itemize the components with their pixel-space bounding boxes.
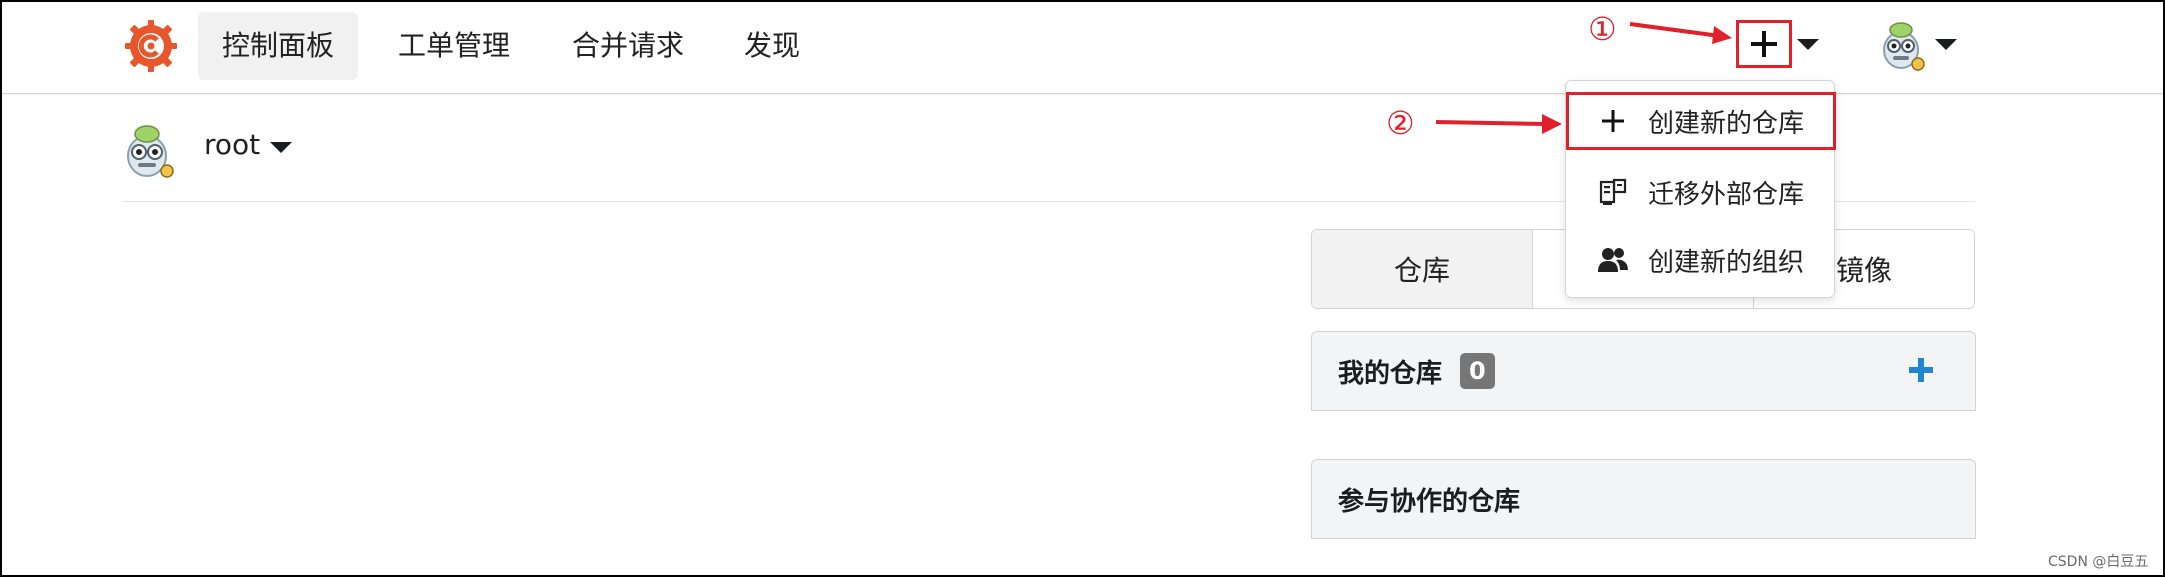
migrate-icon [1596, 175, 1630, 209]
my-repos-title: 我的仓库 [1338, 358, 1443, 389]
context-user-name[interactable]: root [204, 128, 260, 161]
user-avatar-icon[interactable] [1878, 20, 1928, 72]
nav-issues[interactable]: 工单管理 [374, 12, 534, 80]
nav-pull-requests[interactable]: 合并请求 [548, 12, 708, 80]
collab-repos-title: 参与协作的仓库 [1338, 486, 1521, 517]
user-menu-caret-icon[interactable] [1935, 39, 1957, 50]
menu-item-migrate-repo[interactable]: 迁移外部仓库 [1566, 163, 1836, 221]
gitea-logo-icon[interactable] [124, 19, 178, 73]
create-dropdown-caret-icon[interactable] [1797, 39, 1819, 50]
add-repo-icon[interactable] [1905, 354, 1937, 386]
nav-dashboard[interactable]: 控制面板 [198, 12, 359, 80]
create-new-button[interactable] [1736, 20, 1792, 68]
menu-item-label: 创建新的仓库 [1648, 108, 1805, 139]
menu-item-label: 创建新的组织 [1648, 247, 1805, 278]
nav-explore[interactable]: 发现 [720, 12, 824, 80]
create-dropdown-menu: 创建新的仓库 迁移外部仓库 创建新的组织 [1565, 80, 1836, 298]
annotation-two: ② [1386, 104, 1415, 142]
top-navbar: 控制面板 工单管理 合并请求 发现 [2, 2, 2163, 94]
context-user-caret-icon[interactable] [270, 142, 292, 153]
menu-item-new-org[interactable]: 创建新的组织 [1566, 231, 1836, 289]
watermark: CSDN @白豆五 [2048, 554, 2149, 570]
annotation-one: ① [1588, 10, 1617, 48]
tab-repositories[interactable]: 仓库 [1312, 230, 1533, 308]
plus-icon [1596, 104, 1630, 138]
repo-count-badge: 0 [1460, 353, 1495, 389]
menu-item-new-repo[interactable]: 创建新的仓库 [1566, 92, 1836, 150]
annotation-arrow-two [1435, 114, 1562, 134]
my-repos-header: 我的仓库 0 [1311, 331, 1976, 411]
plus-icon [1751, 31, 1777, 57]
profile-avatar-icon [127, 125, 174, 178]
annotation-arrow-one [1629, 22, 1732, 44]
menu-item-label: 迁移外部仓库 [1648, 179, 1805, 210]
users-icon [1596, 243, 1630, 277]
collab-repos-header: 参与协作的仓库 [1311, 459, 1976, 539]
